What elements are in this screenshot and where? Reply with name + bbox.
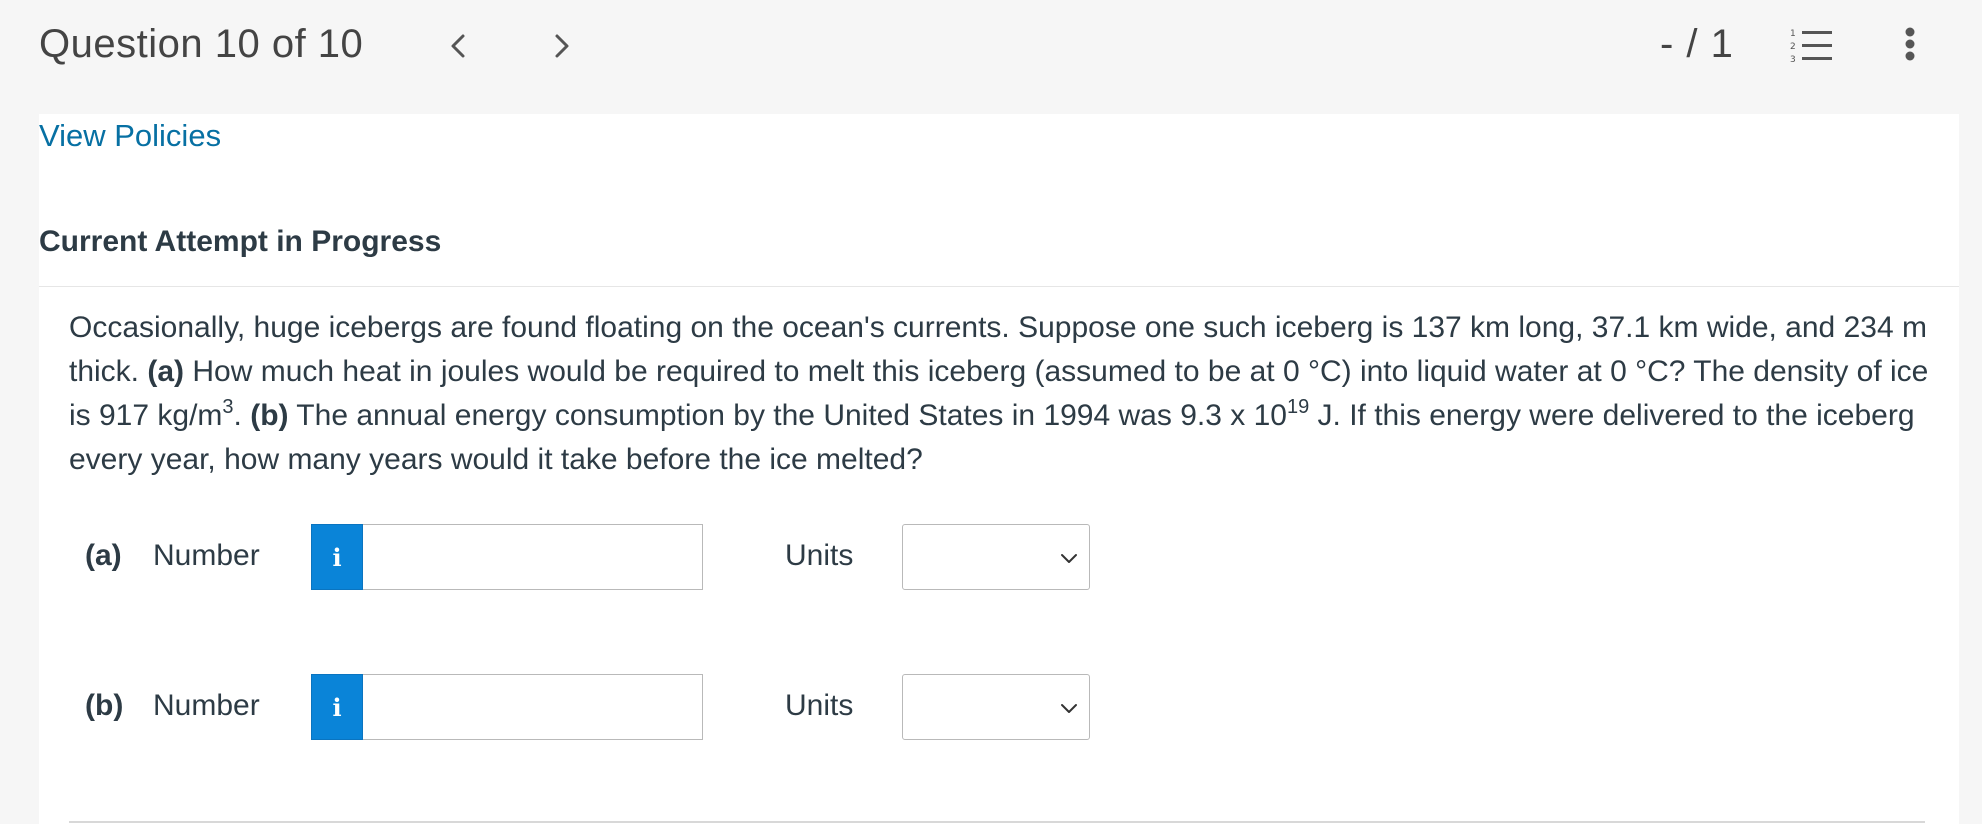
score-display: - / 1 (1660, 22, 1734, 66)
question-counter: Question 10 of 10 (39, 22, 364, 66)
info-icon[interactable]: i (311, 674, 363, 740)
question-list-button[interactable]: 1 2 3 (1788, 26, 1834, 66)
part-b-marker: (b) (250, 399, 289, 432)
next-question-button[interactable] (542, 26, 582, 66)
view-policies-link[interactable]: View Policies (39, 114, 221, 158)
attempt-heading: Current Attempt in Progress (39, 225, 442, 258)
svg-text:3: 3 (1790, 55, 1796, 65)
question-nav-bar: Question 10 of 10 - / 1 1 2 3 (0, 0, 1982, 114)
part-b-text: The annual energy consumption by the Uni… (288, 399, 1287, 432)
units-label: Units (785, 689, 854, 722)
units-select-b[interactable] (902, 674, 1090, 740)
units-label: Units (785, 539, 854, 572)
chevron-left-icon (451, 34, 465, 58)
bottom-divider (69, 821, 1925, 823)
number-label: Number (153, 539, 260, 572)
after-density: . (233, 399, 251, 432)
more-options-button[interactable] (1896, 22, 1924, 66)
chevron-right-icon (555, 34, 569, 58)
svg-text:2: 2 (1790, 42, 1796, 52)
units-select-a[interactable] (902, 524, 1090, 590)
chevron-down-icon (1061, 554, 1077, 563)
number-input-b[interactable] (363, 674, 703, 740)
part-label: (b) (85, 689, 124, 722)
answer-row-a: (a) Number i Units (85, 524, 1090, 590)
numbered-list-icon: 1 2 3 (1790, 29, 1832, 65)
density-exponent: 3 (222, 396, 234, 418)
part-a-marker: (a) (147, 355, 185, 388)
more-vertical-icon (1905, 27, 1915, 61)
number-label: Number (153, 689, 260, 722)
part-label: (a) (85, 539, 122, 572)
number-input-a[interactable] (363, 524, 703, 590)
question-panel: View Policies Current Attempt in Progres… (39, 114, 1959, 824)
answer-row-b: (b) Number i Units (85, 674, 1090, 740)
divider (39, 286, 1959, 287)
chevron-down-icon (1061, 704, 1077, 713)
question-text: Occasionally, huge icebergs are found fl… (69, 306, 1939, 482)
energy-exponent: 19 (1286, 396, 1310, 418)
info-icon[interactable]: i (311, 524, 363, 590)
previous-question-button[interactable] (438, 26, 478, 66)
svg-text:1: 1 (1790, 29, 1796, 39)
